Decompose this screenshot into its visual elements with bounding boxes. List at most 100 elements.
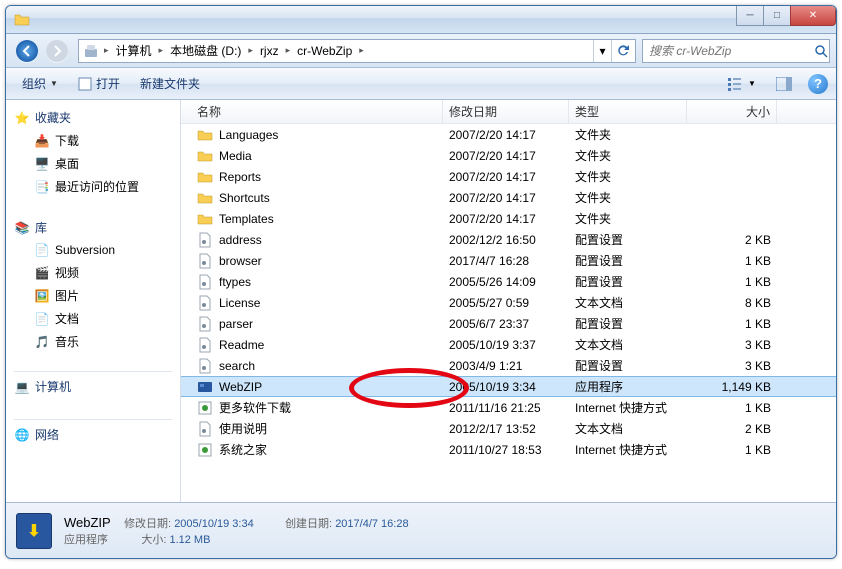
organize-button[interactable]: 组织▼ (14, 72, 66, 95)
file-date: 2007/2/20 14:17 (443, 212, 569, 226)
file-list-header: 名称 修改日期 类型 大小 (181, 100, 836, 124)
file-name: License (219, 296, 260, 310)
new-folder-button[interactable]: 新建文件夹 (132, 72, 208, 95)
refresh-button[interactable] (611, 40, 633, 62)
network-icon: 🌐 (14, 427, 30, 443)
file-type: 文本文档 (569, 294, 687, 311)
preview-pane-button[interactable] (766, 73, 802, 95)
col-date[interactable]: 修改日期 (443, 100, 569, 123)
file-size: 2 KB (687, 233, 777, 247)
maximize-button[interactable]: □ (763, 6, 791, 26)
file-date: 2007/2/20 14:17 (443, 128, 569, 142)
file-size: 8 KB (687, 296, 777, 310)
file-type: 文件夹 (569, 210, 687, 227)
file-name: address (219, 233, 262, 247)
file-list: 名称 修改日期 类型 大小 Languages2007/2/20 14:17文件… (181, 100, 836, 502)
file-date: 2017/4/7 16:28 (443, 254, 569, 268)
breadcrumb[interactable]: ▸ 计算机▸ 本地磁盘 (D:)▸ rjxz▸ cr-WebZip▸ ▾ (78, 39, 636, 63)
nav-forward-button[interactable] (42, 38, 72, 64)
file-name: Templates (219, 212, 274, 226)
file-size: 1 KB (687, 401, 777, 415)
search-box[interactable] (642, 39, 830, 63)
picture-icon: 🖼️ (34, 288, 50, 304)
sidebar-music[interactable]: 🎵音乐 (6, 330, 180, 353)
sidebar-network[interactable]: 🌐网络 (6, 423, 180, 446)
ini-icon (197, 232, 213, 248)
file-row[interactable]: address2002/12/2 16:50配置设置2 KB (181, 229, 836, 250)
file-size: 1,149 KB (687, 380, 777, 394)
nav-back-button[interactable] (12, 38, 42, 64)
library-icon: 📚 (14, 220, 30, 236)
file-type: 配置设置 (569, 357, 687, 374)
breadcrumb-item[interactable]: rjxz (256, 40, 283, 62)
file-date: 2005/6/7 23:37 (443, 317, 569, 331)
file-size: 3 KB (687, 359, 777, 373)
help-button[interactable]: ? (808, 74, 828, 94)
breadcrumb-item[interactable]: 计算机 (112, 40, 156, 62)
file-size: 1 KB (687, 317, 777, 331)
sidebar-pictures[interactable]: 🖼️图片 (6, 284, 180, 307)
sidebar: ⭐收藏夹 📥下载 🖥️桌面 📑最近访问的位置 📚库 📄Subversion 🎬视… (6, 100, 181, 502)
file-row[interactable]: 使用说明2012/2/17 13:52文本文档2 KB (181, 418, 836, 439)
libraries-head[interactable]: 📚库 (6, 216, 180, 239)
video-icon: 🎬 (34, 265, 50, 281)
sidebar-subversion[interactable]: 📄Subversion (6, 239, 180, 261)
file-row[interactable]: ftypes2005/5/26 14:09配置设置1 KB (181, 271, 836, 292)
file-name: Readme (219, 338, 264, 352)
favorites-head[interactable]: ⭐收藏夹 (6, 106, 180, 129)
file-name: 使用说明 (219, 420, 267, 437)
file-row[interactable]: 系统之家2011/10/27 18:53Internet 快捷方式1 KB (181, 439, 836, 460)
view-options-button[interactable]: ▼ (724, 73, 760, 95)
computer-icon: 💻 (14, 379, 30, 395)
file-type: 文件夹 (569, 189, 687, 206)
new-folder-label: 新建文件夹 (140, 75, 200, 92)
file-size: 2 KB (687, 422, 777, 436)
file-row[interactable]: Readme2005/10/19 3:37文本文档3 KB (181, 334, 836, 355)
file-type: Internet 快捷方式 (569, 399, 687, 416)
folder-icon (197, 190, 213, 206)
desktop-icon: 🖥️ (34, 156, 50, 172)
col-name[interactable]: 名称 (181, 100, 443, 123)
file-row[interactable]: Reports2007/2/20 14:17文件夹 (181, 166, 836, 187)
file-name: 更多软件下载 (219, 399, 291, 416)
toolbar: 组织▼ 打开 新建文件夹 ▼ ? (6, 68, 836, 100)
file-row[interactable]: Templates 2007/2/20 14:17文件夹 (181, 208, 836, 229)
ini-icon (197, 253, 213, 269)
document-icon: 📄 (34, 311, 50, 327)
sidebar-computer[interactable]: 💻计算机 (6, 375, 180, 398)
file-row[interactable]: search2003/4/9 1:21配置设置3 KB (181, 355, 836, 376)
col-size[interactable]: 大小 (687, 100, 777, 123)
url-icon (197, 400, 213, 416)
sidebar-videos[interactable]: 🎬视频 (6, 261, 180, 284)
music-icon: 🎵 (34, 334, 50, 350)
breadcrumb-item[interactable]: cr-WebZip (293, 40, 356, 62)
sidebar-documents[interactable]: 📄文档 (6, 307, 180, 330)
file-size: 1 KB (687, 443, 777, 457)
file-row[interactable]: Languages2007/2/20 14:17文件夹 (181, 124, 836, 145)
breadcrumb-dropdown[interactable]: ▾ (593, 40, 611, 62)
file-row[interactable]: 更多软件下载2011/11/16 21:25Internet 快捷方式1 KB (181, 397, 836, 418)
open-button[interactable]: 打开 (70, 72, 128, 95)
sidebar-downloads[interactable]: 📥下载 (6, 129, 180, 152)
file-row[interactable]: Media2007/2/20 14:17文件夹 (181, 145, 836, 166)
open-label: 打开 (96, 75, 120, 92)
file-row[interactable]: parser2005/6/7 23:37配置设置1 KB (181, 313, 836, 334)
file-row[interactable]: WebZIP2005/10/19 3:34应用程序1,149 KB (181, 376, 836, 397)
file-date: 2007/2/20 14:17 (443, 191, 569, 205)
file-row[interactable]: browser2017/4/7 16:28配置设置1 KB (181, 250, 836, 271)
file-row[interactable]: License2005/5/27 0:59文本文档8 KB (181, 292, 836, 313)
col-type[interactable]: 类型 (569, 100, 687, 123)
file-row[interactable]: Shortcuts 2007/2/20 14:17文件夹 (181, 187, 836, 208)
close-button[interactable]: ✕ (790, 6, 836, 26)
file-name: Shortcuts (219, 191, 270, 205)
file-date: 2005/5/26 14:09 (443, 275, 569, 289)
folder-icon (14, 12, 30, 28)
file-size: 3 KB (687, 338, 777, 352)
exe-icon (197, 379, 213, 395)
minimize-button[interactable]: ─ (736, 6, 764, 26)
search-icon[interactable] (812, 44, 829, 58)
sidebar-desktop[interactable]: 🖥️桌面 (6, 152, 180, 175)
sidebar-recent[interactable]: 📑最近访问的位置 (6, 175, 180, 198)
search-input[interactable] (643, 44, 812, 58)
breadcrumb-item[interactable]: 本地磁盘 (D:) (166, 40, 245, 62)
